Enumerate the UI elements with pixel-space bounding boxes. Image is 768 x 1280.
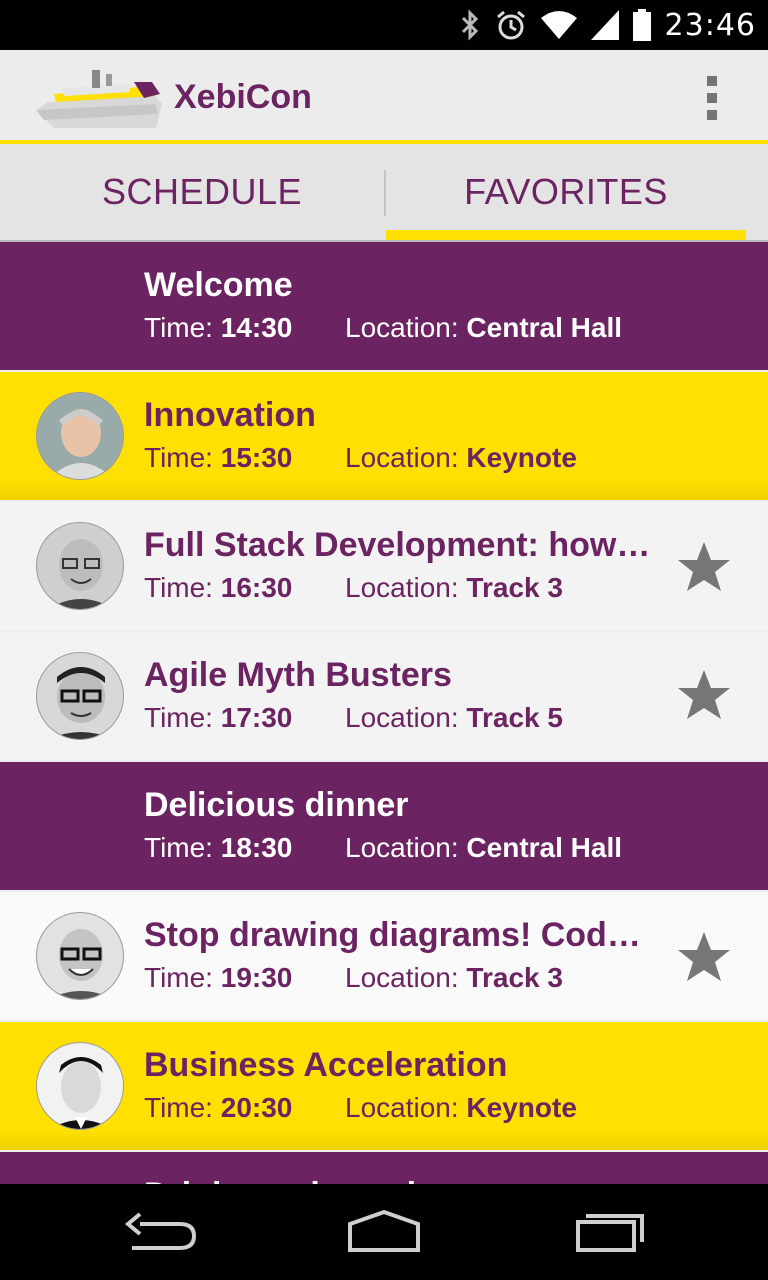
time-label: Time: — [144, 572, 213, 603]
tab-bar: SCHEDULE FAVORITES — [0, 144, 768, 242]
time-label: Time: — [144, 1092, 213, 1123]
session-location: Track 5 — [466, 702, 563, 733]
session-row[interactable]: Full Stack Development: how t… Time: 16:… — [0, 502, 768, 630]
session-title: Agile Myth Busters — [144, 656, 452, 694]
session-meta: Time: 19:30 Location: Track 3 — [144, 962, 563, 994]
time-label: Time: — [144, 832, 213, 863]
time-label: Time: — [144, 962, 213, 993]
session-title: Full Stack Development: how t… — [144, 526, 654, 564]
battery-icon — [632, 9, 651, 41]
time-label: Time: — [144, 702, 213, 733]
ship-logo — [34, 64, 164, 132]
session-row[interactable]: Drinks and snacks — [0, 1152, 768, 1184]
location-label: Location: — [345, 442, 459, 473]
location-label: Location: — [345, 702, 459, 733]
session-list[interactable]: Welcome Time: 14:30 Location: Central Ha… — [0, 242, 768, 1184]
signal-icon — [590, 10, 619, 40]
speaker-avatar — [36, 1042, 124, 1130]
session-time: 16:30 — [220, 572, 293, 603]
session-row[interactable]: Innovation Time: 15:30 Location: Keynote — [0, 372, 768, 500]
session-time: 19:30 — [220, 962, 293, 993]
session-time: 15:30 — [220, 442, 293, 473]
tab-schedule[interactable]: SCHEDULE — [20, 144, 384, 240]
home-icon[interactable] — [334, 1204, 434, 1260]
session-time: 20:30 — [220, 1092, 293, 1123]
session-title: Drinks and snacks — [144, 1176, 444, 1184]
recent-apps-icon[interactable] — [562, 1204, 662, 1260]
location-label: Location: — [345, 572, 459, 603]
session-location: Central Hall — [466, 312, 623, 343]
session-title: Stop drawing diagrams! Code… — [144, 916, 654, 954]
favorite-star-icon[interactable] — [676, 930, 732, 984]
session-location: Track 3 — [466, 962, 563, 993]
location-label: Location: — [345, 962, 459, 993]
session-row[interactable]: Welcome Time: 14:30 Location: Central Ha… — [0, 242, 768, 370]
session-row[interactable]: Stop drawing diagrams! Code… Time: 19:30… — [0, 892, 768, 1020]
speaker-avatar — [36, 912, 124, 1000]
speaker-avatar — [36, 522, 124, 610]
session-location: Keynote — [466, 442, 577, 473]
session-meta: Time: 18:30 Location: Central Hall — [144, 832, 622, 864]
location-label: Location: — [345, 1092, 459, 1123]
session-location: Central Hall — [466, 832, 623, 863]
favorite-star-icon[interactable] — [676, 668, 732, 722]
overflow-menu-icon[interactable] — [700, 76, 724, 120]
session-location: Track 3 — [466, 572, 563, 603]
status-bar: 23:46 — [0, 0, 768, 50]
session-row[interactable]: Agile Myth Busters Time: 17:30 Location:… — [0, 632, 768, 760]
wifi-icon — [540, 10, 577, 40]
session-meta: Time: 14:30 Location: Central Hall — [144, 312, 622, 344]
session-meta: Time: 16:30 Location: Track 3 — [144, 572, 563, 604]
session-title: Delicious dinner — [144, 786, 409, 824]
alarm-icon — [495, 9, 527, 41]
location-label: Location: — [345, 312, 459, 343]
session-time: 18:30 — [220, 832, 293, 863]
session-meta: Time: 17:30 Location: Track 5 — [144, 702, 563, 734]
time-label: Time: — [144, 442, 213, 473]
speaker-avatar — [36, 652, 124, 740]
navigation-bar — [0, 1184, 768, 1280]
session-time: 17:30 — [220, 702, 293, 733]
session-meta: Time: 15:30 Location: Keynote — [144, 442, 577, 474]
bluetooth-icon — [459, 9, 481, 41]
location-label: Location: — [345, 832, 459, 863]
session-title: Innovation — [144, 396, 316, 434]
session-title: Business Acceleration — [144, 1046, 508, 1084]
tab-selected-indicator — [386, 230, 746, 240]
session-row[interactable]: Delicious dinner Time: 18:30 Location: C… — [0, 762, 768, 890]
back-icon[interactable] — [110, 1204, 210, 1260]
app-title: XebiCon — [174, 78, 312, 116]
session-row[interactable]: Business Acceleration Time: 20:30 Locati… — [0, 1022, 768, 1150]
session-time: 14:30 — [220, 312, 293, 343]
action-bar: XebiCon — [0, 50, 768, 144]
time-label: Time: — [144, 312, 213, 343]
session-location: Keynote — [466, 1092, 577, 1123]
speaker-avatar — [36, 392, 124, 480]
favorite-star-icon[interactable] — [676, 540, 732, 594]
session-meta: Time: 20:30 Location: Keynote — [144, 1092, 577, 1124]
status-time: 23:46 — [664, 7, 756, 43]
tab-favorites[interactable]: FAVORITES — [386, 144, 746, 240]
session-title: Welcome — [144, 266, 293, 304]
